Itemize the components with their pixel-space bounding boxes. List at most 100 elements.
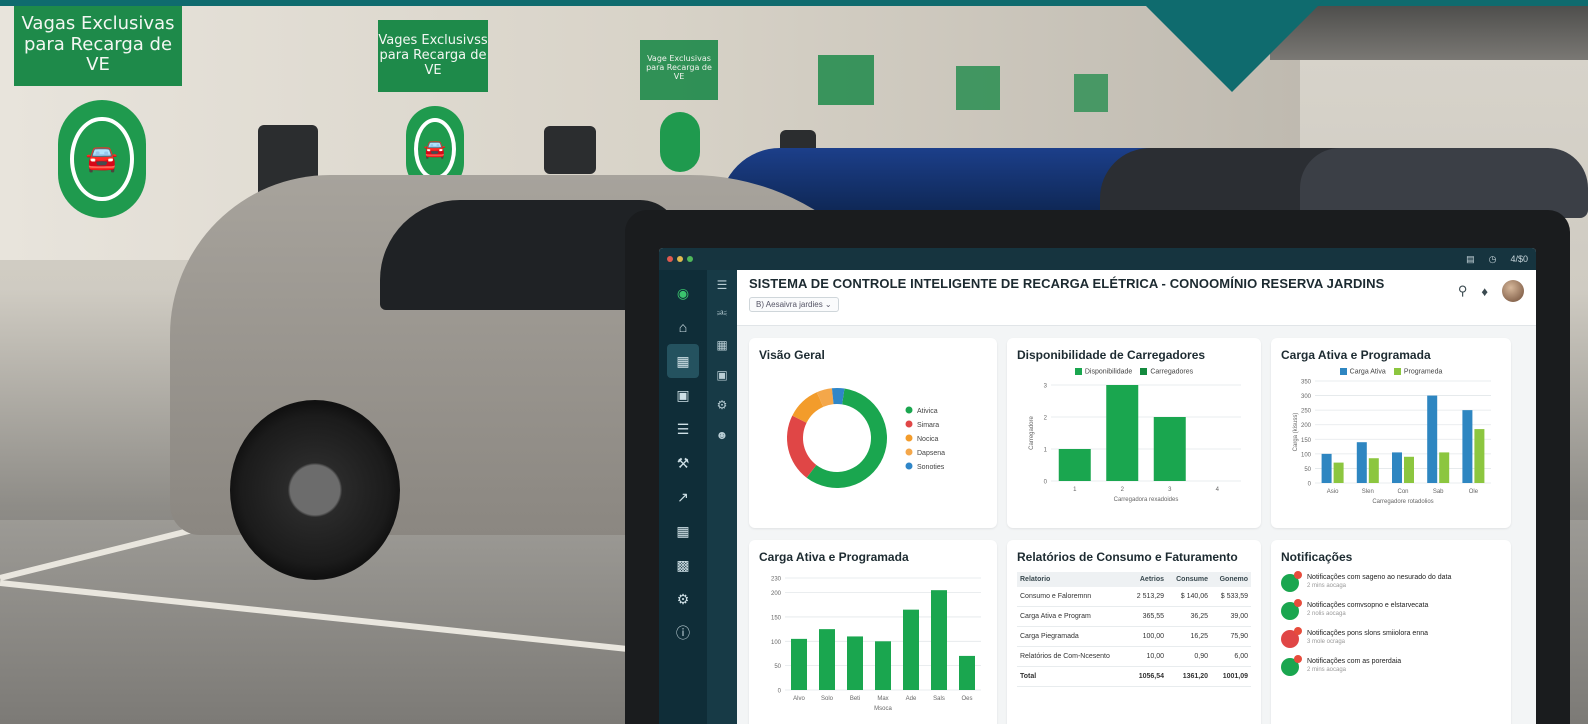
ev-sign (818, 55, 874, 105)
notification-time: 2 mins aocaga (1307, 583, 1347, 589)
x-tick-label: Slen (1362, 489, 1374, 495)
table-row[interactable]: Consumo e Faloremnn 2 513,29 $ 140,06 $ 533… (1017, 587, 1251, 607)
notification-text: Notificações pons slons smiiolora enna (1307, 630, 1429, 637)
availability-bar-chart: 0 1 2 3 1 2 3 4 Carregadora rexadoides Carregador… (1029, 384, 1241, 503)
overview-card: Visão Geral Ativica Simara Nocica Dapsena So… (749, 338, 997, 528)
y-tick-label: 2 (1044, 416, 1048, 422)
y-tick-label: 250 (1301, 409, 1312, 415)
clock-icon[interactable]: ◷ (1489, 254, 1497, 265)
wall-charger (544, 126, 596, 174)
calendar-icon[interactable]: ▦ (659, 514, 707, 548)
bar (875, 641, 891, 690)
bar (959, 655, 975, 690)
home-icon[interactable]: ⌂ (659, 310, 707, 344)
card-title: Carga Ativa e Programada (759, 550, 909, 564)
dashboard-icon[interactable]: ▦ (667, 344, 699, 378)
x-tick-label: Sab (1433, 489, 1444, 495)
active-load-card-2: Carga Ativa e Programada 0 50 100 150 200 230… (749, 540, 997, 724)
org-icon[interactable]: ▩ (659, 548, 707, 582)
legend: Carga Ativa Programeda (1281, 368, 1501, 375)
table-row[interactable]: Carga Piegramada 100,00 16,25 75,90 (1017, 626, 1251, 647)
y-tick-label: 300 (1301, 394, 1312, 400)
ev-sign: Vage Exclusivas para Recarga de VE (640, 40, 718, 100)
minimize-dot[interactable] (677, 256, 683, 262)
x-axis-label: Msoca (874, 706, 892, 712)
notification-item[interactable]: Notificações com as porerdaia 2 mins aoca… (1281, 655, 1501, 676)
y-tick-label: 350 (1301, 380, 1312, 386)
notification-item[interactable]: Notificações com sageno ao nesurado do d… (1281, 571, 1501, 592)
table-header: Gonemo (1211, 572, 1251, 587)
y-tick-label: 200 (1301, 424, 1312, 430)
calendar-icon[interactable]: ▦ (707, 330, 737, 360)
table-cell: 365,55 (1128, 606, 1167, 627)
notification-icon (1281, 655, 1302, 676)
gear-icon[interactable]: ⚙ (659, 582, 707, 616)
y-tick-label: 1 (1044, 448, 1048, 454)
table-row[interactable]: Relatórios de Com-Ncesento 10,00 0,90 6,00 (1017, 646, 1251, 667)
x-tick-label: Alvo (793, 696, 805, 702)
table-row[interactable]: Total 1056,54 1361,20 1001,09 (1017, 666, 1251, 687)
teal-triangle (1140, 0, 1324, 92)
wrench-icon[interactable]: ⚒ (659, 446, 707, 480)
chart-icon[interactable]: ↗ (659, 480, 707, 514)
gear-icon[interactable]: ⚙ (707, 390, 737, 420)
notification-item[interactable]: Notificações pons slons smiiolora enna 3 … (1281, 627, 1501, 648)
table-cell: Carga Piegramada (1017, 626, 1129, 647)
ev-sign: Vagas Exclusivas para Recarga de VE (14, 6, 182, 86)
sidebar: ◉ ⌂ ▦ ▣ ☰ ⚒ ↗ ▦ ▩ ⚙ ⓘ (659, 270, 707, 724)
load-bar-chart: 0 50 100 150 200 230 Alvo Solo Beti Max Ade Sals Oes… (771, 577, 981, 712)
notification-icon (1281, 599, 1302, 620)
y-tick-label: 50 (1304, 467, 1311, 473)
x-tick-label: 2 (1121, 487, 1125, 493)
notification-item[interactable]: Notificações comvsopno e elstarvecata 2 n… (1281, 599, 1501, 620)
window-user-label[interactable]: 4/$0 (1510, 254, 1528, 265)
table-cell: 39,00 (1211, 606, 1251, 627)
alert-badge (1294, 571, 1302, 579)
active-load-card: Carga Ativa e Programada Carga Ativa Pro… (1271, 338, 1511, 528)
search-icon[interactable]: ⚲ (1458, 283, 1468, 299)
box-icon[interactable]: ▣ (707, 360, 737, 390)
x-tick-label: 4 (1216, 487, 1220, 493)
notifications-card: Notificações Notificações com sageno ao … (1271, 540, 1511, 724)
y-tick-label: 100 (1301, 453, 1312, 459)
table-cell: Carga Ativa e Program (1017, 606, 1129, 627)
legend-label: Ativica (917, 408, 938, 415)
alert-badge (1294, 599, 1302, 607)
table-cell: $ 140,06 (1167, 587, 1212, 607)
x-tick-label: Ade (906, 696, 917, 702)
alert-badge (1294, 627, 1302, 635)
bar (1356, 442, 1367, 484)
bar (1368, 458, 1379, 484)
user-icon[interactable]: ☻ (707, 420, 737, 450)
menu-icon[interactable]: ☰ (707, 270, 737, 300)
table-header: Consume (1167, 572, 1212, 587)
list-icon[interactable]: ☰ (659, 412, 707, 446)
condo-selector[interactable]: B) Aesaivra jardies ⌄ (749, 297, 839, 312)
sub-sidebar: ☰ ⎃ ▦ ▣ ⚙ ☻ (707, 270, 737, 724)
close-dot[interactable] (667, 256, 673, 262)
table-row[interactable]: Carga Ativa e Program 365,55 36,25 39,00 (1017, 606, 1251, 627)
x-axis-label: Carregadore rotadolios (1372, 499, 1433, 505)
card-title: Visão Geral (759, 348, 825, 362)
ev-badge-icon (660, 112, 700, 172)
bell-icon[interactable]: ♦ (1481, 284, 1488, 299)
car-icon[interactable]: ▣ (659, 378, 707, 412)
bar (1474, 429, 1485, 484)
alert-badge (1294, 655, 1302, 663)
plug-icon[interactable]: ⎃ (707, 300, 737, 330)
bar (819, 629, 835, 690)
table-cell: 36,25 (1167, 606, 1212, 627)
availability-card: Disponibilidade de Carregadores Disponib… (1007, 338, 1261, 528)
maximize-dot[interactable] (687, 256, 693, 262)
avatar[interactable] (1502, 280, 1524, 302)
info-icon[interactable]: ⓘ (659, 616, 707, 650)
x-tick-label: Max (877, 696, 888, 702)
legend-swatch (905, 406, 913, 414)
bar (847, 636, 863, 690)
screen-icon[interactable]: ▤ (1466, 254, 1475, 265)
table-header: Aetrios (1128, 572, 1167, 587)
table-cell: 1001,09 (1211, 666, 1251, 687)
x-axis-label: Carregadora rexadoides (1114, 497, 1179, 503)
x-tick-label: Con (1397, 489, 1408, 495)
y-tick-label: 0 (1044, 480, 1048, 486)
